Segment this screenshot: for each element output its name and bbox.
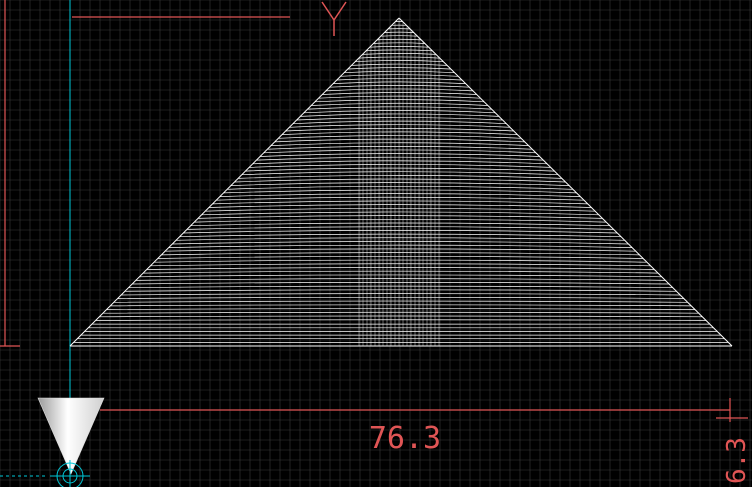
viewport-background — [0, 0, 752, 487]
width-dimension-value: 76.3 — [369, 421, 441, 456]
height-dimension-value: 6.3 — [722, 437, 752, 484]
cad-viewport[interactable]: Y 76.3 6.3 — [0, 0, 752, 487]
